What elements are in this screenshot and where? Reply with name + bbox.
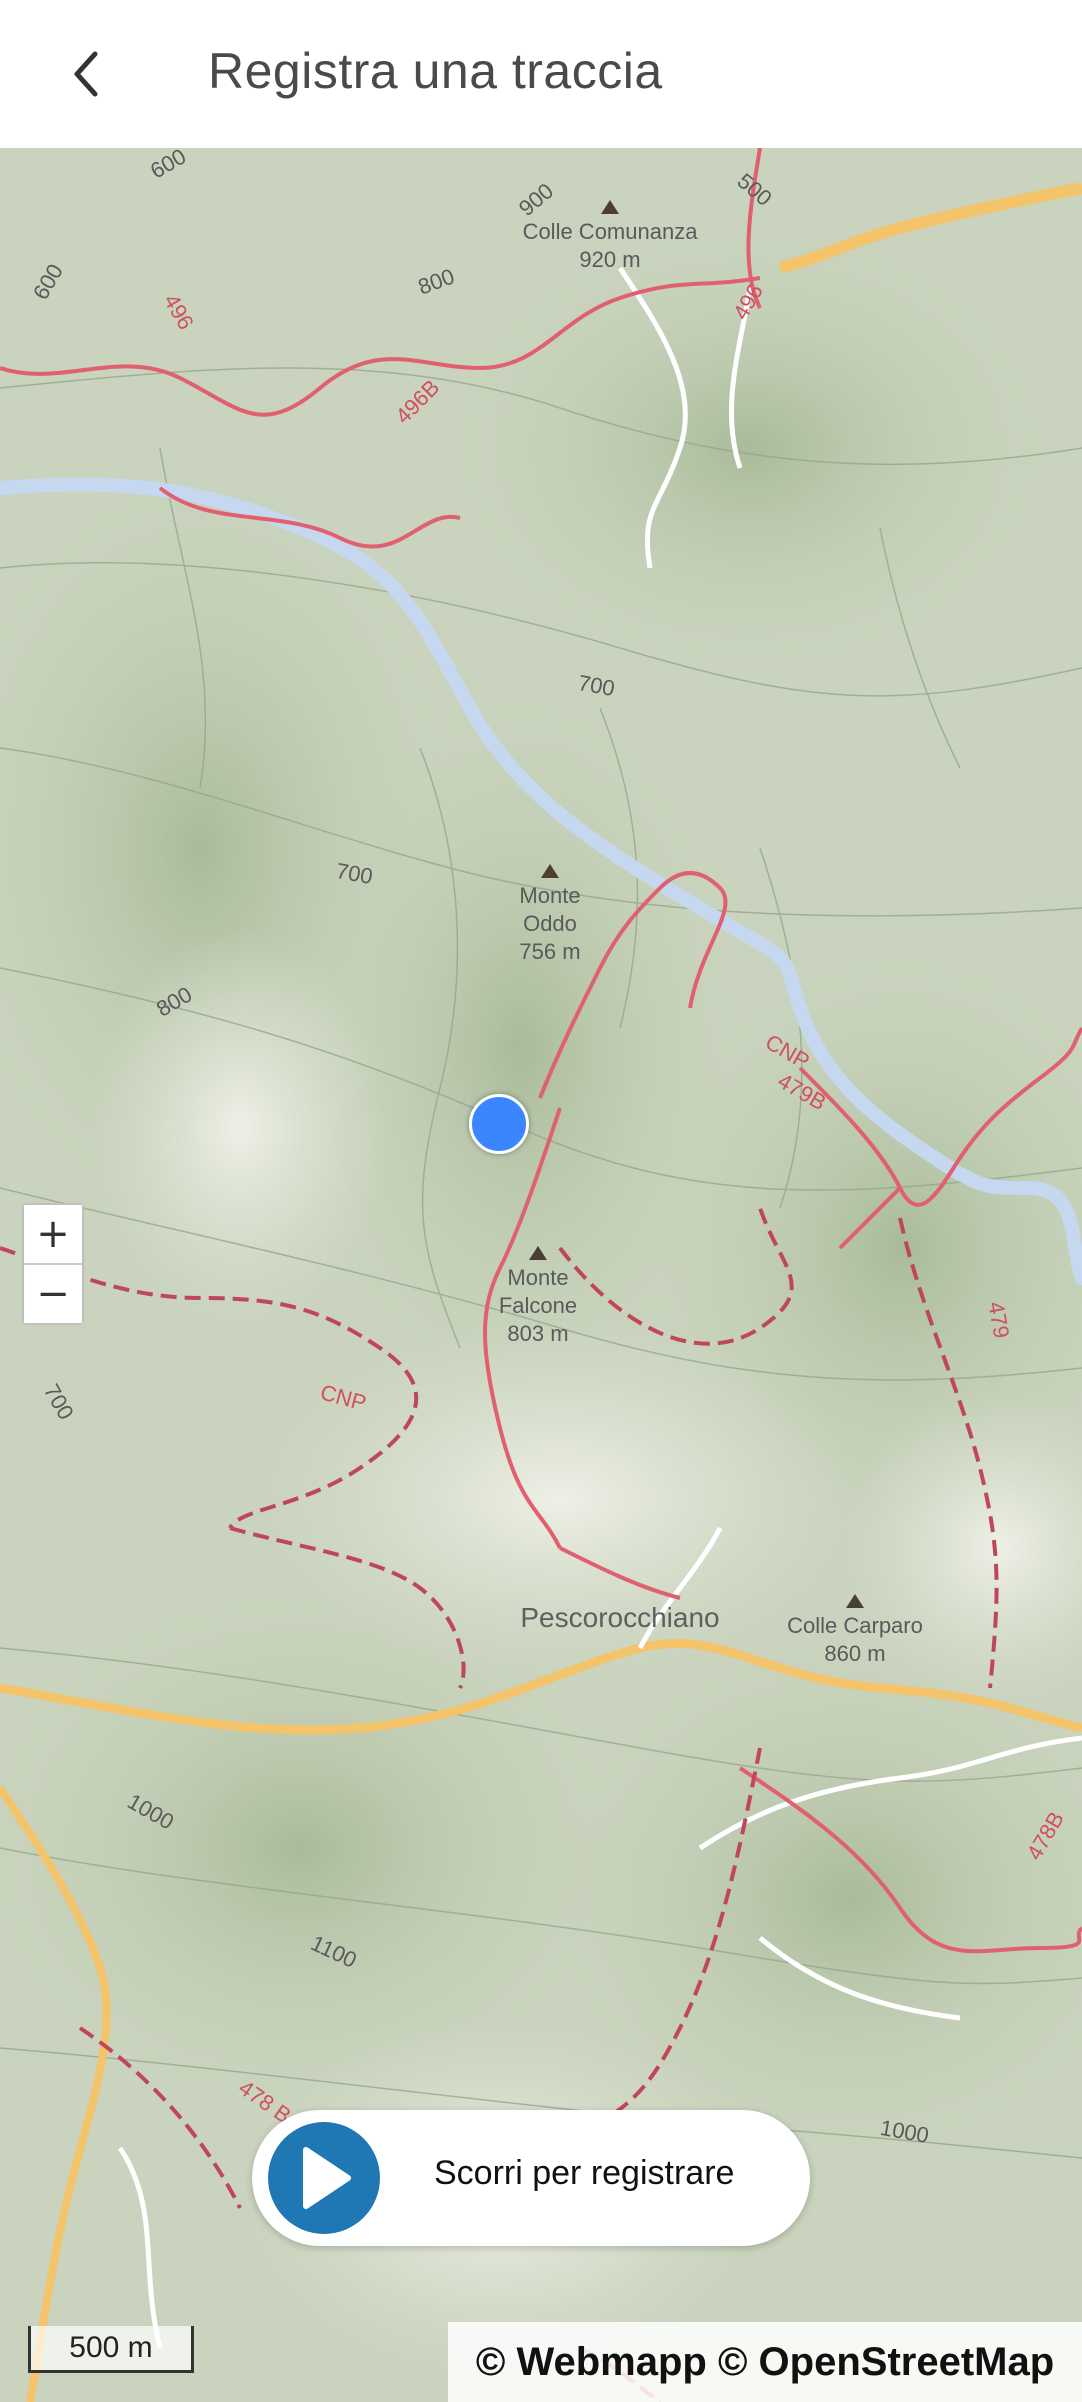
peak-altitude: 756 m: [519, 939, 581, 964]
peak-altitude: 920 m: [579, 247, 641, 272]
peak-altitude: 860 m: [824, 1641, 886, 1666]
record-slider[interactable]: Scorri per registrare: [252, 2110, 810, 2246]
peak-icon: [846, 1594, 864, 1608]
page-title: Registra una traccia: [208, 43, 663, 99]
zoom-out-button[interactable]: −: [24, 1265, 82, 1323]
peak-name-line2: Falcone: [498, 1293, 578, 1318]
play-icon: [303, 2147, 351, 2209]
zoom-in-button[interactable]: +: [24, 1205, 82, 1263]
record-slider-handle[interactable]: [268, 2122, 380, 2234]
peak-name: Colle Carparo: [787, 1613, 923, 1638]
peak-monte-oddo: Monte Oddo 756 m: [490, 864, 610, 966]
record-slider-label: Scorri per registrare: [434, 2154, 735, 2192]
peak-name: Colle Comunanza: [522, 219, 698, 244]
peak-monte-falcone: Monte Falcone 803 m: [478, 1246, 598, 1348]
peak-name-line1: Monte: [507, 1265, 569, 1290]
peak-icon: [529, 1246, 547, 1260]
peak-icon: [541, 864, 559, 878]
peak-name-line2: Oddo: [523, 911, 577, 936]
chevron-left-icon: [74, 51, 98, 97]
map-view[interactable]: Colle Comunanza 920 m Monte Oddo 756 m M…: [0, 148, 1082, 2402]
back-button[interactable]: [40, 34, 130, 114]
map-attribution[interactable]: © Webmapp © OpenStreetMap: [448, 2322, 1082, 2402]
peak-name-line1: Monte: [519, 883, 581, 908]
peak-colle-carparo: Colle Carparo 860 m: [770, 1594, 940, 1668]
current-location-marker: [469, 1094, 529, 1154]
map-scale: 500 m: [28, 2326, 194, 2373]
peak-icon: [601, 200, 619, 214]
town-pescorocchiano: Pescorocchiano: [520, 1602, 720, 1633]
zoom-control: + −: [22, 1203, 84, 1325]
app-header: Registra una traccia: [0, 0, 1082, 148]
peak-altitude: 803 m: [507, 1321, 569, 1346]
